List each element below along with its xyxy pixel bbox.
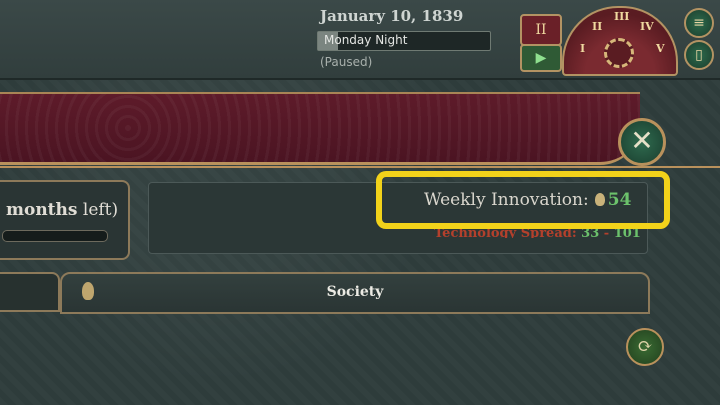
- time-of-day: Monday Night: [324, 33, 408, 47]
- pause-button[interactable]: II: [520, 14, 562, 46]
- close-button[interactable]: ✕: [618, 118, 666, 166]
- banner-divider: [0, 166, 720, 168]
- months-word: months: [6, 200, 78, 220]
- research-progress-bar: [2, 230, 108, 242]
- book-icon[interactable]: ▯: [684, 40, 714, 70]
- left-word: left): [77, 200, 119, 220]
- refresh-icon[interactable]: ⟳: [626, 328, 664, 366]
- speed-3-label[interactable]: III: [614, 10, 629, 23]
- play-button[interactable]: ▶: [520, 44, 562, 72]
- speed-5-label[interactable]: V: [656, 42, 665, 55]
- pause-status: (Paused): [320, 55, 373, 69]
- speed-4-label[interactable]: IV: [640, 20, 654, 33]
- header-banner: [0, 92, 640, 165]
- top-bar: January 10, 1839 Monday Night (Paused) I…: [0, 0, 720, 80]
- speed-2-label[interactable]: II: [592, 20, 602, 33]
- speed-dial[interactable]: I II III IV V: [562, 6, 678, 76]
- highlight-box: [376, 171, 670, 229]
- tab-previous[interactable]: [0, 272, 60, 312]
- months-left-text: months left): [6, 200, 118, 220]
- research-progress-panel: months left): [0, 180, 130, 260]
- current-date: January 10, 1839: [320, 7, 464, 25]
- gear-icon: [604, 38, 634, 68]
- tab-society[interactable]: Society: [60, 272, 650, 314]
- speed-controls: II ▶ I II III IV V: [516, 6, 678, 76]
- menu-icon[interactable]: ≡: [684, 8, 714, 38]
- day-progress-bar: Monday Night: [317, 31, 491, 51]
- speed-1-label[interactable]: I: [580, 42, 585, 55]
- tab-society-label: Society: [326, 284, 384, 300]
